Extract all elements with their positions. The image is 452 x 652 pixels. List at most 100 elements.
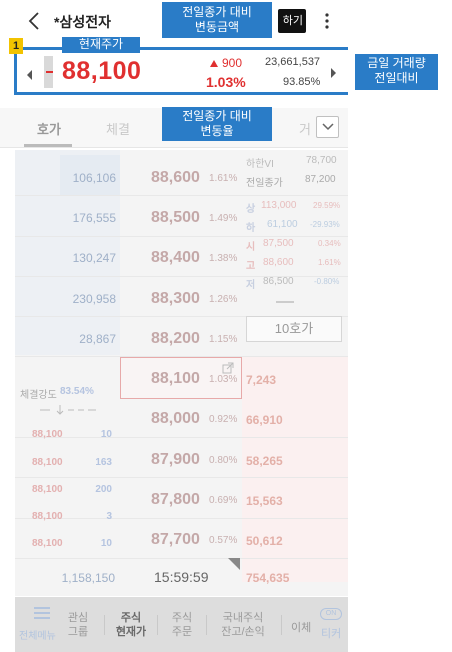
bid-quantity-column xyxy=(242,357,348,582)
nav-item-watchlist[interactable]: 관심 그룹 xyxy=(63,611,93,639)
bid-change-pct: 0.69% xyxy=(209,495,238,506)
stat-label-high: 고 xyxy=(246,261,256,272)
execution-strength-label: 체결강도 xyxy=(20,390,57,401)
vi-value: 78,700 xyxy=(306,155,337,166)
all-menu-label[interactable]: 전체메뉴 xyxy=(19,627,56,642)
tab-dropdown-button[interactable] xyxy=(316,116,339,138)
ask-price: 88,600 xyxy=(151,169,200,186)
trade-volume: 200 xyxy=(95,484,112,495)
price-summary-highlight: 88,100 900 1.03% 23,661,537 93.85% xyxy=(14,47,348,95)
bid-quantity: 50,612 xyxy=(246,534,283,548)
row-divider xyxy=(15,437,348,438)
chevron-down-icon xyxy=(322,123,334,131)
ask-quantity: 230,958 xyxy=(72,292,116,306)
nav-item-line2: 그룹 xyxy=(67,626,89,638)
tab-hoga[interactable]: 호가 xyxy=(37,119,61,138)
ask-quantity: 28,867 xyxy=(79,332,116,346)
ask-price: 88,200 xyxy=(151,330,200,347)
callout-line2: 전일대비 xyxy=(374,71,419,85)
stat-value: 87,500 xyxy=(263,238,294,249)
callout-line1: 전일종가 대비 xyxy=(182,5,252,19)
nav-divider xyxy=(157,615,158,635)
nav-item-transfer[interactable]: 이체 xyxy=(291,619,311,635)
nav-item-line1: 관심 xyxy=(67,612,89,624)
nav-item-line2: 주문 xyxy=(171,626,193,638)
trade-volume-total: 23,661,537 xyxy=(265,56,321,68)
bid-change-pct: 0.80% xyxy=(209,455,238,466)
stat-label-open: 시 xyxy=(246,242,256,253)
execution-strength-value: 83.54% xyxy=(60,386,94,397)
header-action-button[interactable]: 하기 xyxy=(278,9,306,33)
nav-item-line2: 잔고/손익 xyxy=(221,626,265,638)
price-marker xyxy=(46,71,53,73)
trade-volume: 10 xyxy=(100,538,112,549)
bottom-nav: 전체메뉴 관심 그룹 주식 현재가 주식 주문 국내주식 잔고/손익 이체 ON… xyxy=(15,597,348,652)
vi-label: 하한VI xyxy=(246,159,274,170)
stat-label-low: 저 xyxy=(246,280,256,291)
nav-divider xyxy=(281,615,282,635)
up-triangle-icon xyxy=(210,60,218,67)
change-amount-callout: 전일종가 대비 변동금액 xyxy=(162,2,272,38)
row-divider xyxy=(15,195,348,196)
callout-line2: 변동율 xyxy=(200,124,234,138)
trade-volume: 3 xyxy=(106,511,112,522)
quote-time: 15:59:59 xyxy=(154,569,209,585)
trade-price: 88,100 xyxy=(32,484,63,495)
volume-ratio: 93.85% xyxy=(283,76,321,88)
stat-pct: -0.80% xyxy=(314,277,340,286)
app-screen: *삼성전자 하기 호가 체결 거 106,106 88,600 1.61% 17… xyxy=(0,0,348,652)
tab-partial[interactable]: 거 xyxy=(299,119,311,138)
prev-close-value: 87,200 xyxy=(305,174,336,185)
stat-pct: 29.59% xyxy=(313,201,341,210)
ask-change-pct: 1.49% xyxy=(209,213,238,224)
callout-line1: 전일종가 대비 xyxy=(182,109,252,123)
nav-item-current-price[interactable]: 주식 현재가 xyxy=(111,611,151,639)
nav-item-line1: 국내주식 xyxy=(222,612,264,624)
bid-price: 87,800 xyxy=(151,491,200,508)
row-divider xyxy=(15,518,348,519)
ask-change-pct: 1.15% xyxy=(209,334,238,345)
change-amount: 900 xyxy=(210,56,242,70)
stat-pct: -29.93% xyxy=(310,220,340,229)
more-vertical-icon[interactable] xyxy=(322,11,332,31)
next-stock-arrow-icon[interactable] xyxy=(331,68,336,78)
side-info-page-indicator xyxy=(276,301,294,303)
trade-price: 88,100 xyxy=(32,457,63,468)
change-rate: 1.03% xyxy=(206,74,246,90)
change-amount-value: 900 xyxy=(222,56,243,70)
nav-divider xyxy=(206,615,207,635)
back-arrow-icon[interactable] xyxy=(24,10,46,32)
stat-pct: 1.61% xyxy=(318,258,341,267)
hamburger-menu-icon[interactable] xyxy=(34,607,50,619)
current-price-callout: 현재주가 xyxy=(62,37,140,53)
callout-line1: 금일 거래량 xyxy=(367,56,426,70)
ten-hoga-button[interactable]: 10호가 xyxy=(246,316,342,342)
stock-name[interactable]: *삼성전자 xyxy=(54,12,111,32)
bid-total: 754,635 xyxy=(246,571,290,585)
prev-close-label: 전일종가 xyxy=(246,178,283,189)
corner-marker xyxy=(228,558,240,570)
nav-divider xyxy=(104,615,105,635)
bid-quantity: 7,243 xyxy=(246,373,277,387)
ask-total: 1,158,150 xyxy=(61,571,115,585)
stat-value: 86,500 xyxy=(263,276,294,287)
nav-item-order[interactable]: 주식 주문 xyxy=(165,611,199,639)
nav-item-balance[interactable]: 국내주식 잔고/손익 xyxy=(213,611,273,639)
ask-price: 88,400 xyxy=(151,249,200,266)
trade-price: 88,100 xyxy=(32,511,63,522)
row-divider xyxy=(15,477,348,478)
ticker-toggle-icon[interactable]: ON xyxy=(320,608,342,620)
tab-execution[interactable]: 체결 xyxy=(106,119,130,138)
nav-item-line1: 주식 xyxy=(120,612,142,624)
stat-label-lower: 하 xyxy=(246,223,256,234)
external-link-icon[interactable] xyxy=(222,362,234,374)
ticker-label[interactable]: 티커 xyxy=(321,625,341,641)
stat-value: 61,100 xyxy=(267,219,298,230)
ask-quantity: 130,247 xyxy=(72,251,116,265)
prev-stock-arrow-icon[interactable] xyxy=(27,70,32,80)
bid-price: 87,900 xyxy=(151,451,200,468)
trade-volume: 10 xyxy=(100,429,112,440)
bid-change-pct: 1.03% xyxy=(209,374,238,385)
trade-direction-icon xyxy=(40,405,96,415)
bid-quantity: 66,910 xyxy=(246,413,283,427)
